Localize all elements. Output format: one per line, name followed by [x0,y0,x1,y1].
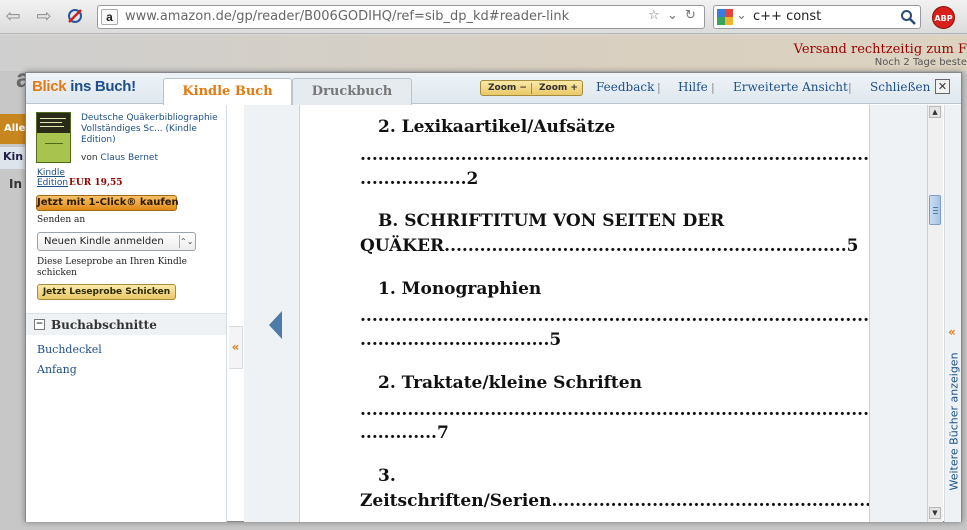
bookmark-star-icon[interactable]: ☆ [648,8,660,23]
search-bar[interactable]: ⌄ c++ const [713,5,921,29]
section-link-anfang[interactable]: Anfang [37,363,77,376]
reader-area: 2. Lexikaartikel/Aufsätze ..............… [244,105,943,522]
previous-page-icon[interactable] [269,311,282,339]
search-engine-icon[interactable] [717,9,733,25]
collapse-icon[interactable]: − [34,319,45,330]
send-to-label: Senden an [37,215,86,225]
url-text[interactable]: www.amazon.de/gp/reader/B006GODIHQ/ref=s… [125,9,569,24]
tab-druckbuch[interactable]: Druckbuch [292,78,412,105]
page-in-label: In [9,177,23,191]
toc-line: ................................5 [360,330,562,350]
collapse-panel-icon[interactable]: « [229,326,243,369]
history-icon[interactable] [64,7,86,27]
page-tab: Alle [0,114,26,144]
browser-toolbar: ⇦ ⇨ a www.amazon.de/gp/reader/B006GODIHQ… [0,0,967,34]
more-books-link[interactable]: Weitere Bücher anzeigen [948,352,961,490]
toc-line: Zeitschriften/Serien....................… [360,491,870,511]
buy-one-click-button[interactable]: Jetzt mit 1-Click® kaufen [36,195,179,211]
shipping-notice: Versand rechtzeitig zum F [793,42,967,57]
search-input[interactable]: c++ const [753,9,821,24]
sample-note: Diese Leseprobe an Ihren Kindle schicken [37,257,187,278]
book-info-panel: Deutsche Quäkerbibliographie Vollständig… [26,105,227,522]
page-kindle-label: Kin [0,147,26,169]
scroll-thumb[interactable] [929,195,941,225]
back-icon[interactable]: ⇦ [2,7,24,27]
zoom-divider [531,83,532,94]
help-link[interactable]: Hilfe [678,80,708,94]
author-prefix: von [81,153,98,163]
shipping-subnotice: Noch 2 Tage beste [874,57,967,68]
header-separator: | [848,81,852,94]
toc-line: ........................................… [360,400,870,420]
url-bar[interactable]: a www.amazon.de/gp/reader/B006GODIHQ/ref… [97,5,705,29]
feedback-link[interactable]: Feedback [596,80,654,94]
blick-ins-buch-logo: Blick ins Buch! [32,78,136,95]
look-inside-dialog: Blick ins Buch! Kindle Buch Druckbuch Zo… [25,72,962,522]
toc-line: 3. [378,466,396,486]
forward-icon[interactable]: ⇨ [33,7,55,27]
send-sample-button[interactable]: Jetzt Leseprobe Schicken [37,284,176,300]
toc-line: 1. Monographien [378,279,542,299]
toc-line: 2. Traktate/kleine Schriften [378,373,642,393]
more-books-strip[interactable]: « Weitere Bücher anzeigen [944,105,961,522]
reload-icon[interactable]: ↻ [685,8,696,23]
search-icon[interactable] [900,9,916,29]
tab-kindle-buch[interactable]: Kindle Buch [163,78,292,106]
device-select[interactable]: Neuen Kindle anmelden ⌃⌄ [37,232,196,251]
scroll-down-icon[interactable]: ▼ [929,507,941,519]
toc-line: B. SCHRIFTITUM VON SEITEN DER [378,211,725,231]
toc-line: QUÄKER..................................… [360,236,859,256]
sections-header[interactable]: − Buchabschnitte [26,313,226,335]
kindle-edition-link[interactable]: Kindle Edition [37,168,68,188]
toc-line: ........................................… [360,306,870,326]
engine-dropdown-icon[interactable]: ⌄ [736,8,747,23]
extended-view-link[interactable]: Erweiterte Ansicht [733,80,848,94]
header-separator: | [711,81,715,94]
section-link-buchdeckel[interactable]: Buchdeckel [37,343,102,356]
expand-icon[interactable]: « [948,325,956,339]
toc-line: ........................................… [360,145,870,165]
author-line: von Claus Bernet [81,153,158,163]
toc-line: .............7 [360,423,449,443]
dialog-header: Blick ins Buch! Kindle Buch Druckbuch Zo… [26,73,961,106]
header-separator: | [657,81,661,94]
book-page: 2. Lexikaartikel/Aufsätze ..............… [299,105,870,522]
sections-title: Buchabschnitte [51,318,157,332]
book-title-link[interactable]: Deutsche Quäkerbibliographie Vollständig… [81,113,221,146]
scroll-up-icon[interactable]: ▲ [929,106,941,118]
toc-line: 2. Lexikaartikel/Aufsätze [378,117,616,137]
zoom-controls: Zoom − Zoom + [480,80,583,96]
vertical-scrollbar[interactable]: ▲ ▼ [927,105,942,522]
author-link[interactable]: Claus Bernet [100,153,158,163]
adblock-icon[interactable]: ABP [932,6,955,29]
price-label: EUR 19,55 [69,178,123,188]
page-banner: Versand rechtzeitig zum F Noch 2 Tage be… [0,35,967,71]
book-cover-thumbnail[interactable] [36,112,71,163]
zoom-in-button[interactable]: Zoom + [539,83,578,93]
site-favicon: a [101,9,118,25]
close-link[interactable]: Schließen [870,80,930,94]
close-icon[interactable]: ✕ [935,79,950,94]
url-dropdown-icon[interactable]: ⌄ [667,8,678,23]
toc-line: ..................2 [360,169,479,189]
chevron-down-icon: ⌃⌄ [179,235,194,248]
zoom-out-button[interactable]: Zoom − [488,83,527,93]
device-select-value: Neuen Kindle anmelden [44,236,164,247]
